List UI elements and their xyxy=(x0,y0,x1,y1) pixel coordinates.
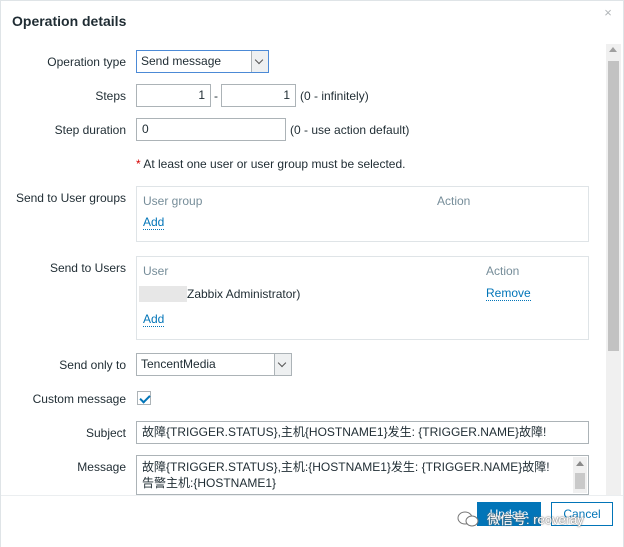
user-groups-table: User group Action Add xyxy=(136,186,589,242)
custom-message-label: Custom message xyxy=(32,392,126,406)
message-line-1: 故障{TRIGGER.STATUS},主机:{HOSTNAME1}发生: {TR… xyxy=(142,460,550,474)
operation-type-label: Operation type xyxy=(47,55,126,69)
message-line-2: 告警主机:{HOSTNAME1} xyxy=(142,476,277,490)
redacted-username xyxy=(139,286,187,302)
operation-type-value: Send message xyxy=(141,54,222,68)
custom-message-checkbox[interactable] xyxy=(137,391,151,405)
chevron-down-icon[interactable] xyxy=(251,51,268,72)
users-label: Send to Users xyxy=(49,261,126,275)
required-note-text: At least one user or user group must be … xyxy=(143,157,406,171)
user-group-action-header: Action xyxy=(437,194,471,208)
add-user-group-link[interactable]: Add xyxy=(143,216,165,230)
user-group-column-header: User group xyxy=(143,194,203,208)
dialog-title: Operation details xyxy=(12,13,127,29)
close-icon[interactable]: × xyxy=(601,6,615,20)
scroll-up-icon[interactable] xyxy=(609,47,617,52)
steps-to-input[interactable]: 1 xyxy=(221,84,296,107)
step-duration-label: Step duration xyxy=(54,123,126,137)
steps-from-input[interactable]: 1 xyxy=(136,84,211,107)
steps-separator: - xyxy=(214,89,218,103)
chevron-down-icon[interactable] xyxy=(274,354,291,375)
watermark-text: 微信号: reoveray xyxy=(487,512,584,527)
user-column-header: User xyxy=(143,264,169,278)
scrollbar-thumb[interactable] xyxy=(608,61,619,351)
subject-input[interactable]: 故障{TRIGGER.STATUS},主机{HOSTNAME1}发生: {TRI… xyxy=(136,421,589,444)
user-name-cell: Zabbix Administrator) xyxy=(187,287,301,301)
send-only-to-label: Send only to xyxy=(59,358,126,372)
send-only-to-select[interactable]: TencentMedia xyxy=(136,353,292,376)
send-only-to-value: TencentMedia xyxy=(141,357,216,371)
required-note: * At least one user or user group must b… xyxy=(136,157,406,171)
steps-hint: (0 - infinitely) xyxy=(300,89,369,103)
add-user-link[interactable]: Add xyxy=(143,313,165,327)
remove-user-link[interactable]: Remove xyxy=(486,287,531,301)
steps-label: Steps xyxy=(95,89,126,103)
dialog-scrollbar[interactable] xyxy=(606,44,621,496)
message-scrollbar[interactable] xyxy=(573,457,587,493)
message-label: Message xyxy=(77,460,126,474)
required-star: * xyxy=(136,157,141,171)
step-duration-hint: (0 - use action default) xyxy=(290,123,410,137)
operation-details-dialog: Operation details × Operation type Send … xyxy=(0,0,624,547)
subject-label: Subject xyxy=(85,426,126,440)
message-textarea[interactable]: 故障{TRIGGER.STATUS},主机:{HOSTNAME1}发生: {TR… xyxy=(136,455,589,495)
user-groups-label: Send to User groups xyxy=(15,191,126,205)
scroll-up-icon[interactable] xyxy=(576,461,584,466)
step-duration-input[interactable]: 0 xyxy=(136,118,286,141)
users-table: User Action Zabbix Administrator) Remove… xyxy=(136,256,589,340)
wechat-icon xyxy=(457,511,479,527)
operation-type-select[interactable]: Send message xyxy=(136,50,269,73)
message-scroll-thumb[interactable] xyxy=(575,473,585,489)
user-action-header: Action xyxy=(486,264,520,278)
